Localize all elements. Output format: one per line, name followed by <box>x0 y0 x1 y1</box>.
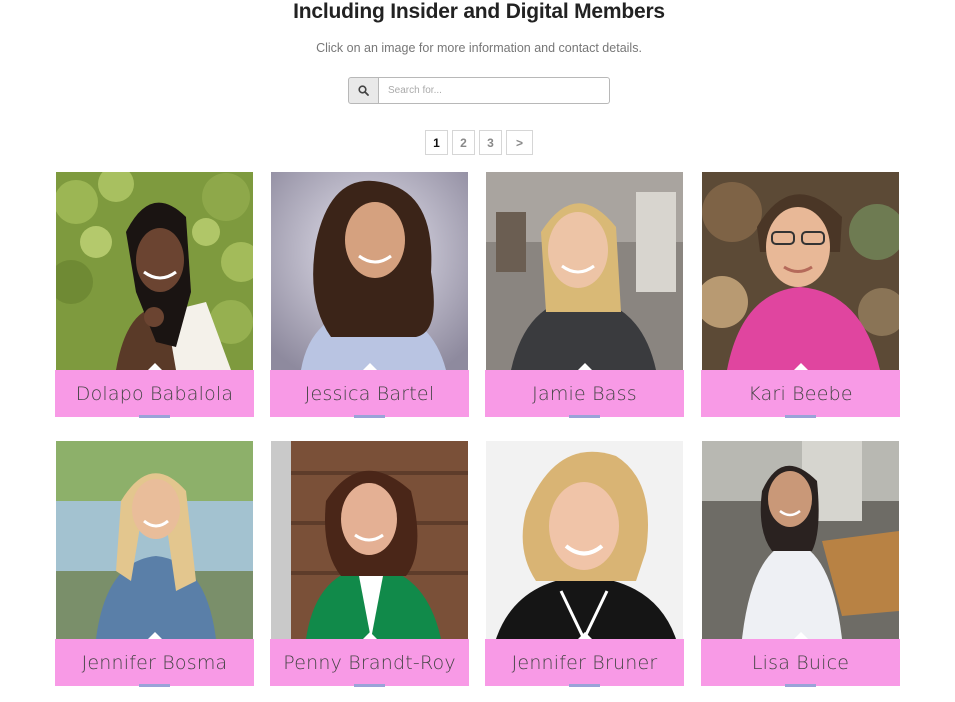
member-name[interactable]: Dolapo Babalola <box>55 370 254 417</box>
name-underline <box>354 415 385 418</box>
page-1-button[interactable]: 1 <box>425 130 448 155</box>
member-photo[interactable] <box>271 172 468 370</box>
member-name[interactable]: Jessica Bartel <box>270 370 469 417</box>
member-photo[interactable] <box>702 172 899 370</box>
name-underline <box>139 415 170 418</box>
search-button[interactable] <box>348 77 379 104</box>
caret-up-icon <box>578 363 592 370</box>
member-name[interactable]: Kari Beebe <box>701 370 900 417</box>
name-underline <box>569 684 600 687</box>
caret-up-icon <box>794 632 808 639</box>
member-photo[interactable] <box>486 441 683 639</box>
member-card[interactable]: Dolapo Babalola <box>55 172 254 418</box>
page-title: Including Insider and Digital Members <box>293 0 665 23</box>
name-underline <box>139 684 170 687</box>
member-card[interactable]: Jennifer Bruner <box>485 441 684 687</box>
search-icon <box>358 85 369 96</box>
member-name[interactable]: Lisa Buice <box>701 639 900 686</box>
pagination: 1 2 3 > <box>425 130 533 155</box>
member-photo[interactable] <box>56 441 253 639</box>
caret-up-icon <box>148 632 162 639</box>
caret-up-icon <box>148 363 162 370</box>
caret-up-icon <box>794 363 808 370</box>
member-photo[interactable] <box>486 172 683 370</box>
next-page-button[interactable]: > <box>506 130 533 155</box>
member-name[interactable]: Jamie Bass <box>485 370 684 417</box>
member-name[interactable]: Penny Brandt-Roy <box>270 639 469 686</box>
member-name[interactable]: Jennifer Bosma <box>55 639 254 686</box>
caret-up-icon <box>363 632 377 639</box>
member-card[interactable]: Kari Beebe <box>701 172 900 418</box>
member-card[interactable]: Penny Brandt-Roy <box>270 441 469 687</box>
name-underline <box>785 684 816 687</box>
member-directory: Including Insider and Digital Members Cl… <box>0 0 955 702</box>
search-bar <box>348 77 610 104</box>
member-name[interactable]: Jennifer Bruner <box>485 639 684 686</box>
page-subtitle: Click on an image for more information a… <box>316 41 642 55</box>
search-input[interactable] <box>379 77 610 104</box>
member-card[interactable]: Jessica Bartel <box>270 172 469 418</box>
member-card[interactable]: Jennifer Bosma <box>55 441 254 687</box>
member-photo[interactable] <box>56 172 253 370</box>
member-photo[interactable] <box>271 441 468 639</box>
member-card[interactable]: Lisa Buice <box>701 441 900 687</box>
name-underline <box>354 684 385 687</box>
page-2-button[interactable]: 2 <box>452 130 475 155</box>
caret-up-icon <box>578 632 592 639</box>
caret-up-icon <box>363 363 377 370</box>
member-photo[interactable] <box>702 441 899 639</box>
name-underline <box>785 415 816 418</box>
member-card[interactable]: Jamie Bass <box>485 172 684 418</box>
page-3-button[interactable]: 3 <box>479 130 502 155</box>
name-underline <box>569 415 600 418</box>
